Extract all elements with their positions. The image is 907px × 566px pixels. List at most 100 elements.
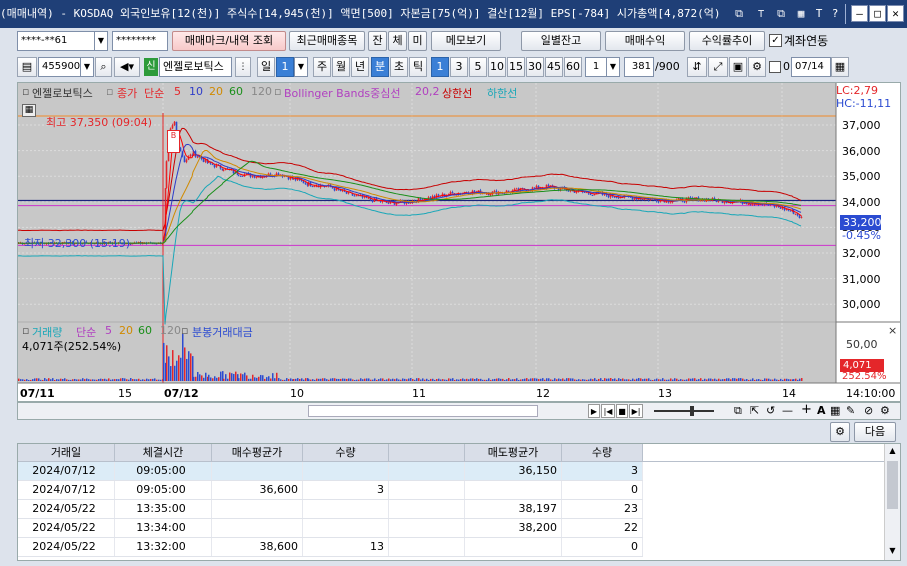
- interval-1-button[interactable]: 1: [431, 57, 449, 77]
- date-field[interactable]: 07/14: [791, 57, 831, 77]
- table-scrollbar[interactable]: ▲ ▼: [884, 444, 900, 560]
- maximize-button[interactable]: □: [869, 5, 886, 22]
- daily-balance-button[interactable]: 일별잔고: [521, 31, 601, 51]
- gear-icon[interactable]: ⚙: [748, 57, 766, 77]
- custom-interval-dropdown-icon[interactable]: ▼: [606, 57, 620, 77]
- period-minute-button[interactable]: 분: [371, 57, 389, 77]
- candle-body: [185, 159, 188, 163]
- period-value-field[interactable]: 1: [276, 57, 294, 77]
- password-field[interactable]: ********: [112, 31, 168, 51]
- zoom-in-icon[interactable]: —: [782, 404, 793, 417]
- next-page-button[interactable]: 다음: [854, 422, 896, 442]
- font-t-icon[interactable]: T: [811, 6, 827, 21]
- settings-icon[interactable]: ⚙: [880, 404, 890, 417]
- scroll-last-icon[interactable]: ▶|: [629, 404, 643, 418]
- account-number-field[interactable]: ****-**61: [17, 31, 95, 51]
- table-row[interactable]: 2024/05/22 13:34:00 38,200 22: [18, 519, 643, 538]
- scroll-next-icon[interactable]: ▶: [588, 404, 600, 418]
- volume-bar: [140, 379, 142, 381]
- share-icon[interactable]: ⊘: [864, 404, 873, 417]
- grid-settings-icon[interactable]: ⚙: [830, 422, 850, 442]
- table-row[interactable]: 2024/07/12 09:05:00 36,600 3 0: [18, 481, 643, 500]
- chart-menu-icon[interactable]: ▤: [17, 57, 37, 77]
- minimize-button[interactable]: —: [851, 5, 868, 22]
- interval-5-button[interactable]: 5: [469, 57, 487, 77]
- balance-jan-button[interactable]: 잔: [368, 31, 387, 51]
- price-chart-panel[interactable]: ▫ 엔젤로보틱스 ▫ 종가 단순 5 10 20 60 120 ▫ Bollin…: [17, 82, 901, 402]
- chart-table-toggle-icon[interactable]: ▦: [22, 104, 36, 117]
- trade-mark-query-button[interactable]: 매매마크/내역 조회: [172, 31, 286, 51]
- recent-trades-button[interactable]: 최근매매종목: [289, 31, 365, 51]
- date-filter-checkbox[interactable]: [769, 61, 781, 73]
- move-icon[interactable]: ⇱: [750, 404, 759, 417]
- chart-scrollbar[interactable]: ▶ |◀ ■ ▶| ⧉ ⇱ ↺ — + A ▦ ✎ ⊘ ⚙: [17, 402, 901, 420]
- interval-3-button[interactable]: 3: [450, 57, 468, 77]
- scroll-stop-icon[interactable]: ■: [616, 404, 628, 418]
- col-header-trade-date[interactable]: 거래일: [18, 444, 115, 462]
- trade-profit-button[interactable]: 매매수익: [605, 31, 685, 51]
- interval-30-button[interactable]: 30: [526, 57, 544, 77]
- col-header-buy-qty[interactable]: 수량: [303, 444, 389, 462]
- cell-buy-qty: 3: [303, 481, 389, 499]
- text-tool-icon[interactable]: A: [817, 404, 826, 417]
- period-tick-button[interactable]: 틱: [409, 57, 427, 77]
- account-link-checkbox[interactable]: ✓: [769, 34, 782, 47]
- speaker-icon[interactable]: ◀▾: [114, 57, 140, 77]
- table-row[interactable]: 2024/05/22 13:35:00 38,197 23: [18, 500, 643, 519]
- interval-45-button[interactable]: 45: [545, 57, 563, 77]
- period-year-button[interactable]: 년: [351, 57, 369, 77]
- grid-layout-icon[interactable]: ▦: [793, 6, 809, 21]
- table-scroll-thumb[interactable]: [887, 461, 898, 509]
- stock-name-field[interactable]: 엔젤로보틱스: [159, 57, 232, 77]
- stock-code-field[interactable]: 455900: [38, 57, 82, 77]
- volume-bar: [634, 379, 636, 381]
- help-icon[interactable]: ?: [827, 6, 843, 21]
- table-row[interactable]: 2024/05/22 13:32:00 38,600 13 0: [18, 538, 643, 557]
- reset-icon[interactable]: ↺: [766, 404, 775, 417]
- scroll-up-icon[interactable]: ▲: [885, 444, 900, 458]
- zoom-slider-handle[interactable]: [690, 406, 694, 416]
- period-dropdown-icon[interactable]: ▼: [294, 57, 308, 77]
- chart-tool-icon[interactable]: ▦: [830, 404, 840, 417]
- candle-count-field[interactable]: 381: [624, 57, 654, 77]
- custom-interval-field[interactable]: 1: [585, 57, 607, 77]
- executed-che-button[interactable]: 체: [388, 31, 407, 51]
- pen-tool-icon[interactable]: ✎: [846, 404, 855, 417]
- col-header-exec-time[interactable]: 체결시간: [115, 444, 212, 462]
- unfilled-mi-button[interactable]: 미: [408, 31, 427, 51]
- period-day-button[interactable]: 일: [257, 57, 275, 77]
- account-dropdown-icon[interactable]: ▼: [94, 31, 108, 51]
- period-month-button[interactable]: 월: [332, 57, 350, 77]
- save-icon[interactable]: ▣: [729, 57, 747, 77]
- interval-15-button[interactable]: 15: [507, 57, 525, 77]
- volume-bar: [554, 378, 556, 381]
- scroll-first-icon[interactable]: |◀: [601, 404, 615, 418]
- period-week-button[interactable]: 주: [313, 57, 331, 77]
- scroll-down-icon[interactable]: ▼: [885, 544, 900, 558]
- zoom-box-icon[interactable]: ⧉: [734, 404, 742, 418]
- buy-marker[interactable]: B: [167, 130, 180, 153]
- stock-list-icon[interactable]: ⋮: [235, 57, 251, 77]
- pin-icon[interactable]: ⊤: [753, 6, 769, 21]
- trendline-icon[interactable]: ⤢: [708, 57, 728, 77]
- zoom-out-icon[interactable]: +: [801, 402, 812, 417]
- table-row[interactable]: 2024/07/12 09:05:00 36,150 3: [18, 462, 643, 481]
- period-second-button[interactable]: 초: [390, 57, 408, 77]
- col-header-buy-avg[interactable]: 매수평균가: [212, 444, 303, 462]
- interval-60-button[interactable]: 60: [564, 57, 582, 77]
- stock-code-dropdown-icon[interactable]: ▼: [80, 57, 94, 77]
- chart-type-icon[interactable]: ⇵: [687, 57, 707, 77]
- memo-view-button[interactable]: 메모보기: [431, 31, 501, 51]
- interval-10-button[interactable]: 10: [488, 57, 506, 77]
- zoom-slider-track[interactable]: [654, 410, 714, 412]
- close-button[interactable]: ✕: [887, 5, 904, 22]
- window-tile-icon[interactable]: ⧉: [731, 6, 747, 21]
- restore-layout-icon[interactable]: ⧉: [773, 6, 789, 21]
- col-header-sell-avg[interactable]: 매도평균가: [465, 444, 562, 462]
- col-header-sell-qty[interactable]: 수량: [562, 444, 643, 462]
- chart-scroll-thumb[interactable]: [308, 405, 538, 417]
- search-icon[interactable]: ⌕: [95, 57, 112, 77]
- calendar-icon[interactable]: ▦: [831, 57, 849, 77]
- profit-trend-button[interactable]: 수익률추이: [689, 31, 765, 51]
- vol-panel-close-icon[interactable]: ×: [888, 324, 897, 337]
